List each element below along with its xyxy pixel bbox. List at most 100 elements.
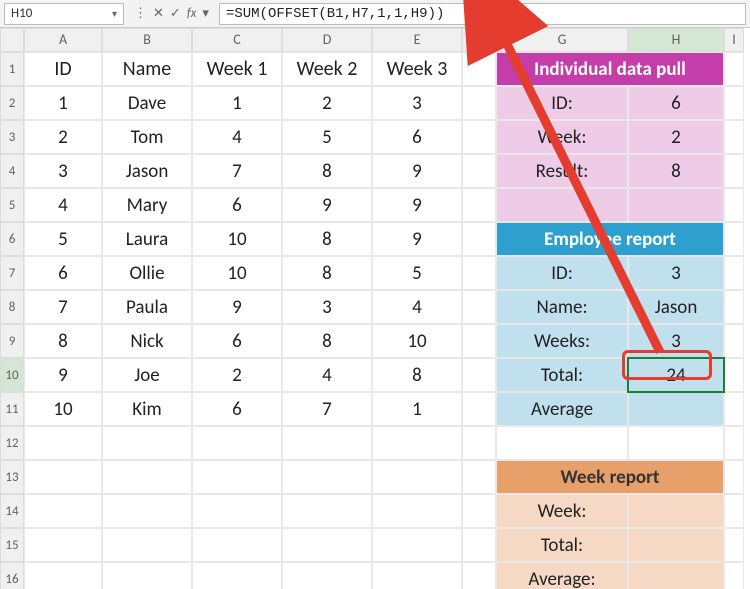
cell-C3[interactable]: 4 xyxy=(192,120,282,154)
cell-G10[interactable]: Total: xyxy=(496,358,628,392)
cell-F1[interactable] xyxy=(462,52,496,86)
cell-I15[interactable] xyxy=(724,528,744,562)
cell-I12[interactable] xyxy=(724,426,744,460)
cell-H8[interactable]: Jason xyxy=(628,290,724,324)
name-box[interactable]: H10 ▾ xyxy=(4,3,124,25)
formula-input[interactable]: =SUM(OFFSET(B1,H7,1,1,H9)) xyxy=(219,3,746,25)
cell-B3[interactable]: Tom xyxy=(102,120,192,154)
cell-F11[interactable] xyxy=(462,392,496,426)
cell-E8[interactable]: 4 xyxy=(372,290,462,324)
row-header-12[interactable]: 12 xyxy=(0,426,24,460)
cell-B1[interactable]: Name xyxy=(102,52,192,86)
cell-A3[interactable]: 2 xyxy=(24,120,102,154)
cell-D9[interactable]: 8 xyxy=(282,324,372,358)
column-header-G[interactable]: G xyxy=(496,28,628,52)
cell-H16[interactable] xyxy=(628,562,724,589)
cell-F12[interactable] xyxy=(462,426,496,460)
cell-B11[interactable]: Kim xyxy=(102,392,192,426)
cell-I9[interactable] xyxy=(724,324,744,358)
cell-E5[interactable]: 9 xyxy=(372,188,462,222)
cell-B6[interactable]: Laura xyxy=(102,222,192,256)
cell-A1[interactable]: ID xyxy=(24,52,102,86)
cell-A15[interactable] xyxy=(24,528,102,562)
cell-I1[interactable] xyxy=(724,52,744,86)
cell-F13[interactable] xyxy=(462,460,496,494)
cell-D1[interactable]: Week 2 xyxy=(282,52,372,86)
cell-G4[interactable]: Result: xyxy=(496,154,628,188)
column-header-F[interactable]: F xyxy=(462,28,496,52)
cell-A2[interactable]: 1 xyxy=(24,86,102,120)
row-header-14[interactable]: 14 xyxy=(0,494,24,528)
row-header-6[interactable]: 6 xyxy=(0,222,24,256)
column-header-H[interactable]: H xyxy=(628,28,724,52)
cell-F9[interactable] xyxy=(462,324,496,358)
cell-F3[interactable] xyxy=(462,120,496,154)
cell-C9[interactable]: 6 xyxy=(192,324,282,358)
cell-C1[interactable]: Week 1 xyxy=(192,52,282,86)
cell-G1[interactable]: Individual data pull xyxy=(496,52,724,86)
enter-icon[interactable]: ✓ xyxy=(170,6,181,21)
cell-H3[interactable]: 2 xyxy=(628,120,724,154)
cell-G5[interactable] xyxy=(496,188,628,222)
cell-E4[interactable]: 9 xyxy=(372,154,462,188)
cell-G12[interactable] xyxy=(496,426,628,460)
cell-I7[interactable] xyxy=(724,256,744,290)
cell-F4[interactable] xyxy=(462,154,496,188)
cell-G14[interactable]: Week: xyxy=(496,494,628,528)
column-header-A[interactable]: A xyxy=(24,28,102,52)
cell-A6[interactable]: 5 xyxy=(24,222,102,256)
cell-D14[interactable] xyxy=(282,494,372,528)
cell-B12[interactable] xyxy=(102,426,192,460)
cell-H2[interactable]: 6 xyxy=(628,86,724,120)
cell-D11[interactable]: 7 xyxy=(282,392,372,426)
cell-G13[interactable]: Week report xyxy=(496,460,724,494)
cell-H15[interactable] xyxy=(628,528,724,562)
cell-G15[interactable]: Total: xyxy=(496,528,628,562)
cell-D7[interactable]: 8 xyxy=(282,256,372,290)
cell-I10[interactable] xyxy=(724,358,744,392)
cancel-icon[interactable]: ✕ xyxy=(153,6,164,21)
cell-A12[interactable] xyxy=(24,426,102,460)
cell-D2[interactable]: 2 xyxy=(282,86,372,120)
cell-A7[interactable]: 6 xyxy=(24,256,102,290)
cell-A13[interactable] xyxy=(24,460,102,494)
cell-F8[interactable] xyxy=(462,290,496,324)
cell-C13[interactable] xyxy=(192,460,282,494)
row-header-10[interactable]: 10 xyxy=(0,358,24,392)
cell-E7[interactable]: 5 xyxy=(372,256,462,290)
cell-E13[interactable] xyxy=(372,460,462,494)
cell-D15[interactable] xyxy=(282,528,372,562)
cell-A5[interactable]: 4 xyxy=(24,188,102,222)
cell-I13[interactable] xyxy=(724,460,744,494)
cell-A16[interactable] xyxy=(24,562,102,589)
cell-G3[interactable]: Week: xyxy=(496,120,628,154)
cell-H5[interactable] xyxy=(628,188,724,222)
cell-E14[interactable] xyxy=(372,494,462,528)
cell-F7[interactable] xyxy=(462,256,496,290)
cell-F5[interactable] xyxy=(462,188,496,222)
cell-G2[interactable]: ID: xyxy=(496,86,628,120)
cell-D4[interactable]: 8 xyxy=(282,154,372,188)
cell-G7[interactable]: ID: xyxy=(496,256,628,290)
chevron-down-icon[interactable]: ▾ xyxy=(112,7,117,20)
cell-C4[interactable]: 7 xyxy=(192,154,282,188)
cell-G8[interactable]: Name: xyxy=(496,290,628,324)
cell-E1[interactable]: Week 3 xyxy=(372,52,462,86)
cell-A11[interactable]: 10 xyxy=(24,392,102,426)
column-header-C[interactable]: C xyxy=(192,28,282,52)
cell-B16[interactable] xyxy=(102,562,192,589)
cell-C10[interactable]: 2 xyxy=(192,358,282,392)
cell-H4[interactable]: 8 xyxy=(628,154,724,188)
row-header-1[interactable]: 1 xyxy=(0,52,24,86)
cell-C8[interactable]: 9 xyxy=(192,290,282,324)
cell-I16[interactable] xyxy=(724,562,744,589)
cell-B8[interactable]: Paula xyxy=(102,290,192,324)
cell-H10[interactable]: 24 xyxy=(628,358,724,392)
cell-B13[interactable] xyxy=(102,460,192,494)
cell-F2[interactable] xyxy=(462,86,496,120)
row-header-5[interactable]: 5 xyxy=(0,188,24,222)
cell-I11[interactable] xyxy=(724,392,744,426)
cell-C6[interactable]: 10 xyxy=(192,222,282,256)
cell-D8[interactable]: 3 xyxy=(282,290,372,324)
column-header-D[interactable]: D xyxy=(282,28,372,52)
